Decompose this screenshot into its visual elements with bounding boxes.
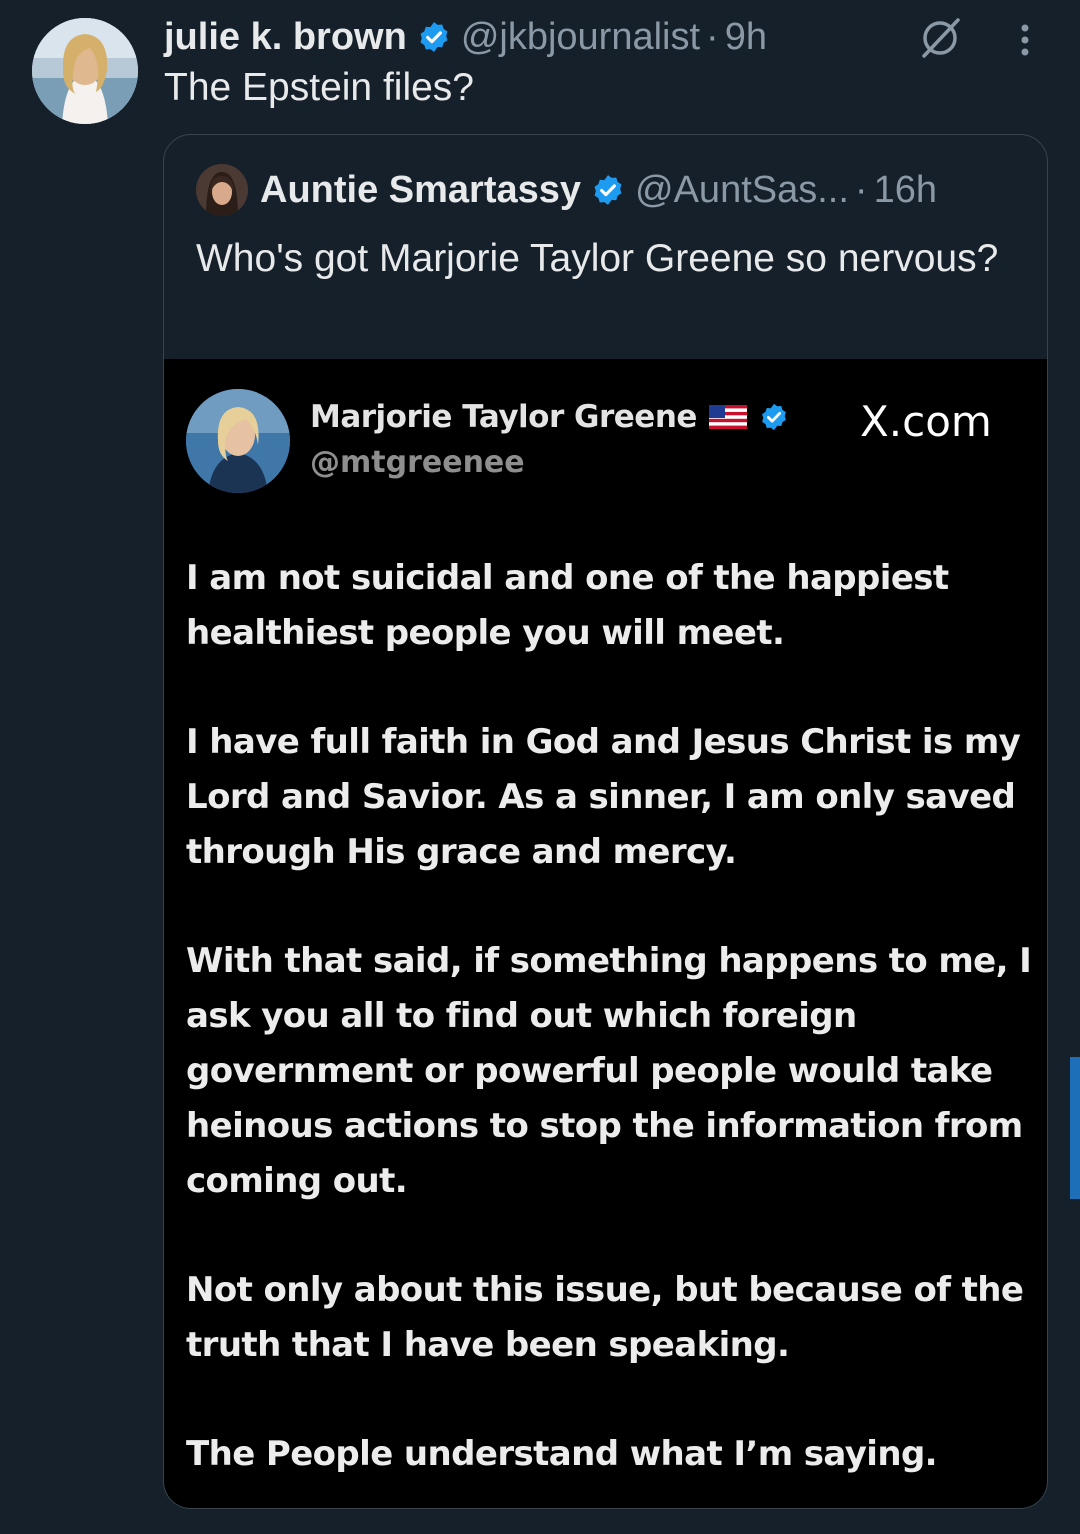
source-label: X.com [860, 397, 992, 446]
tweet[interactable]: julie k. brown @jkbjournalist · 9h The E… [0, 0, 1080, 1534]
author-handle[interactable]: @jkbjournalist [461, 16, 700, 59]
verified-badge-icon [759, 402, 789, 432]
author-name[interactable]: julie k. brown [164, 16, 407, 59]
embedded-screenshot-image[interactable]: Marjorie Taylor Greene @mtgreenee X.com … [164, 359, 1047, 1508]
embedded-name-row: Marjorie Taylor Greene [310, 399, 789, 435]
tweet-text: The Epstein files? [164, 66, 475, 109]
verified-badge-icon [417, 20, 451, 54]
embedded-author-handle: @mtgreenee [310, 445, 525, 480]
timestamp[interactable]: 9h [725, 16, 767, 59]
quoted-header: Auntie Smartassy @AuntSas... · 16h [196, 163, 937, 217]
embedded-post-body: I am not suicidal and one of the happies… [186, 551, 1036, 1508]
embedded-paragraph: I have full faith in God and Jesus Chris… [186, 722, 1021, 872]
scrollbar[interactable] [1070, 1057, 1080, 1199]
separator: · [706, 15, 719, 58]
embedded-paragraph: The People understand what I’m saying. [186, 1434, 938, 1474]
quoted-author-name[interactable]: Auntie Smartassy [260, 169, 581, 212]
quoted-timestamp[interactable]: 16h [874, 169, 937, 212]
quoted-author-avatar[interactable] [196, 164, 248, 216]
embedded-author-avatar [186, 389, 290, 493]
quoted-text: Who's got Marjorie Taylor Greene so nerv… [196, 237, 999, 280]
more-options-icon[interactable] [1010, 18, 1040, 62]
quoted-author-handle[interactable]: @AuntSas... [635, 169, 849, 212]
embedded-paragraph: Not only about this issue, but because o… [186, 1270, 1024, 1365]
quoted-tweet[interactable]: Auntie Smartassy @AuntSas... · 16h Who's… [163, 134, 1048, 1509]
us-flag-icon [708, 405, 747, 429]
tweet-header: julie k. brown @jkbjournalist · 9h [164, 12, 767, 62]
embedded-author-name: Marjorie Taylor Greene [310, 399, 697, 435]
grok-icon[interactable] [918, 16, 962, 60]
embedded-paragraph: With that said, if something happens to … [186, 941, 1032, 1201]
embedded-paragraph: I am not suicidal and one of the happies… [186, 558, 949, 653]
verified-badge-icon [591, 173, 625, 207]
author-avatar[interactable] [32, 18, 138, 124]
separator: · [854, 168, 868, 211]
